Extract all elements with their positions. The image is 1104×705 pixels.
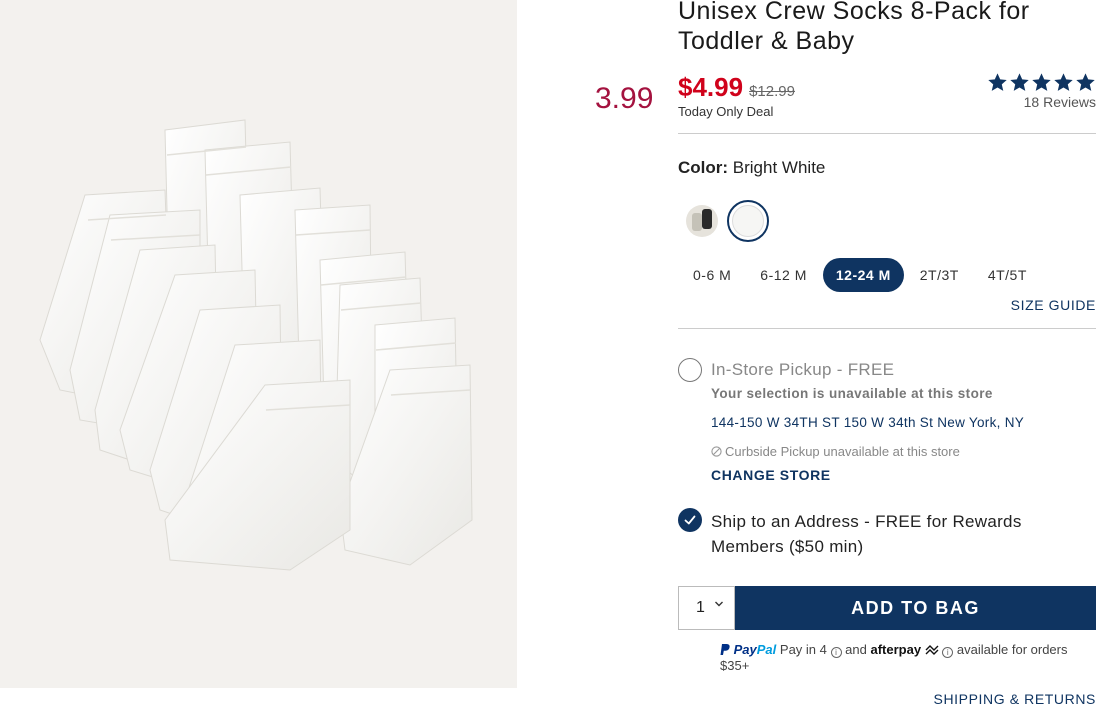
shipping-returns-link[interactable]: SHIPPING & RETURNS — [934, 691, 1097, 705]
paypal-icon — [720, 644, 730, 655]
product-image[interactable] — [0, 0, 517, 688]
payment-options-note: PayPal Pay in 4 i and afterpay i availab… — [720, 642, 1090, 674]
swatch-thumbnail — [702, 209, 712, 229]
pay-in-4-text: Pay in 4 — [779, 642, 827, 657]
divider — [678, 133, 1096, 134]
afterpay-icon — [925, 645, 939, 655]
star-icon — [1010, 73, 1029, 91]
product-title: Unisex Crew Socks 8-Pack for Toddler & B… — [678, 0, 1030, 55]
color-label: Color: — [678, 158, 729, 177]
color-value: Bright White — [732, 158, 826, 177]
star-icon — [1032, 73, 1051, 91]
bright-white-swatch[interactable] — [727, 200, 769, 242]
socks-photo — [39, 119, 473, 571]
star-icon — [1054, 73, 1073, 91]
size-option-6-12m[interactable]: 6-12 M — [747, 258, 820, 292]
promo-price-overlay: 3.99 — [595, 82, 654, 115]
size-option-2t-3t[interactable]: 2T/3T — [907, 258, 972, 292]
quantity-select[interactable]: 1 — [678, 586, 735, 630]
info-icon[interactable]: i — [830, 647, 842, 658]
original-price: $12.99 — [749, 83, 795, 100]
reviews-link[interactable]: 18 Reviews — [987, 94, 1096, 110]
curbside-text: Curbside Pickup unavailable at this stor… — [725, 444, 960, 459]
paypal-logo: PayPal — [720, 642, 780, 657]
curbside-note: Curbside Pickup unavailable at this stor… — [711, 444, 960, 459]
multi-color-swatch[interactable] — [686, 205, 718, 237]
star-icon — [988, 73, 1007, 91]
change-store-link[interactable]: CHANGE STORE — [711, 467, 831, 483]
swatch-thumbnail — [692, 213, 702, 231]
size-selector: 0-6 M 6-12 M 12-24 M 2T/3T 4T/5T — [680, 258, 1040, 292]
rating[interactable]: 18 Reviews — [987, 72, 1096, 110]
sale-price: $4.99 — [678, 72, 744, 102]
pickup-unavailable-note: Your selection is unavailable at this st… — [711, 386, 993, 401]
deal-label: Today Only Deal — [678, 104, 774, 119]
divider — [678, 328, 1096, 329]
size-guide-link[interactable]: SIZE GUIDE — [1011, 297, 1096, 313]
info-icon[interactable]: i — [942, 647, 954, 658]
and-text: and — [845, 642, 867, 657]
afterpay-logo: afterpay — [870, 642, 922, 657]
star-rating — [987, 72, 1096, 93]
chevron-down-icon — [715, 601, 723, 607]
unavailable-icon — [711, 446, 722, 457]
size-option-12-24m[interactable]: 12-24 M — [822, 258, 904, 292]
ship-to-address-label: Ship to an Address - FREE for Rewards Me… — [711, 512, 1022, 556]
swatch-thumbnail — [732, 205, 764, 237]
size-option-0-6m[interactable]: 0-6 M — [680, 258, 744, 292]
checkmark-icon — [684, 515, 696, 525]
ship-to-address-radio[interactable] — [678, 508, 702, 532]
star-icon — [1076, 73, 1095, 91]
color-label-row: Color: Bright White — [678, 158, 825, 178]
size-option-4t-5t[interactable]: 4T/5T — [975, 258, 1040, 292]
quantity-value: 1 — [696, 599, 705, 616]
store-address: 144-150 W 34TH ST 150 W 34th St New York… — [711, 415, 1025, 430]
price-row: $4.99 $12.99 — [678, 72, 795, 103]
in-store-pickup-radio[interactable] — [678, 358, 702, 382]
add-to-bag-button[interactable]: ADD TO BAG — [735, 586, 1096, 630]
in-store-pickup-label: In-Store Pickup - FREE — [711, 360, 895, 379]
